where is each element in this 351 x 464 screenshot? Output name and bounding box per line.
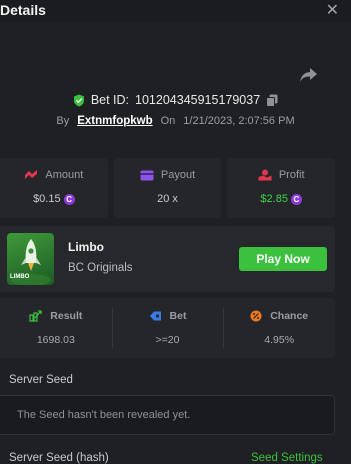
bet-tag-icon: [149, 311, 161, 321]
seed-settings-link[interactable]: Seed Settings: [251, 452, 323, 464]
by-label: By: [56, 115, 70, 127]
result-label: Result: [50, 310, 83, 322]
modal-header: Details ✕: [0, 0, 351, 22]
profit-card: Profit $2.85 C: [227, 158, 336, 218]
profit-icon: [258, 169, 272, 181]
payout-label: Payout: [160, 169, 196, 181]
thumbnail-label: LIMBO: [10, 274, 30, 280]
limbo-game-thumbnail[interactable]: LIMBO: [7, 233, 54, 285]
profit-value: $2.85: [260, 193, 288, 205]
bet-details: Result 1698.03 Bet >=20 Chance 4.95%: [0, 298, 335, 358]
percent-icon: [250, 310, 262, 322]
verified-shield-icon: [73, 94, 84, 106]
bet-value: >=20: [155, 334, 180, 346]
payout-card: Payout 20 x: [113, 158, 222, 218]
result-icon: [29, 310, 42, 322]
payout-value: 20 x: [157, 193, 178, 205]
bet-label: Bet: [169, 310, 187, 322]
chance-label: Chance: [270, 310, 309, 322]
game-provider: BC Originals: [68, 262, 133, 274]
coin-icon: C: [63, 193, 75, 205]
bet-id-value: 101204345915179037: [135, 93, 261, 107]
payout-icon: [140, 170, 154, 180]
close-icon[interactable]: ✕: [326, 1, 339, 21]
amount-icon: [25, 170, 38, 179]
username-link[interactable]: Extnmfopkwb: [77, 115, 152, 127]
coin-icon: C: [290, 193, 302, 205]
result-value: 1698.03: [36, 334, 75, 346]
chance-column: Chance 4.95%: [223, 298, 335, 358]
chance-value: 4.95%: [264, 334, 295, 346]
bet-details-modal: Details ✕ Bet ID: 101204345915179037 By …: [0, 0, 351, 464]
amount-value: $0.15: [33, 193, 61, 205]
server-seed-text: The Seed hasn't been revealed yet.: [17, 409, 191, 421]
amount-card: Amount $0.15 C: [0, 158, 108, 218]
bet-stats: Amount $0.15 C Payout 20 x Profit $2.85 …: [0, 158, 336, 218]
bet-column: Bet >=20: [111, 298, 224, 358]
copy-icon[interactable]: [266, 94, 278, 107]
server-seed-label: Server Seed: [9, 374, 73, 386]
game-name: Limbo: [68, 240, 104, 254]
bet-author-row: By Extnmfopkwb On 1/21/2023, 2:07:56 PM: [0, 114, 351, 128]
bet-id-label: Bet ID:: [90, 93, 130, 107]
server-seed-hash-label: Server Seed (hash): [9, 452, 109, 464]
server-seed-field: The Seed hasn't been revealed yet.: [0, 395, 335, 435]
modal-title: Details: [0, 2, 46, 18]
play-now-button[interactable]: Play Now: [239, 247, 327, 271]
on-label: On: [160, 115, 176, 127]
amount-label: Amount: [45, 169, 84, 181]
bet-id-row: Bet ID: 101204345915179037: [0, 92, 351, 108]
bet-datetime: 1/21/2023, 2:07:56 PM: [183, 115, 295, 127]
result-column: Result 1698.03: [0, 298, 112, 358]
profit-label: Profit: [278, 169, 305, 181]
share-icon[interactable]: [299, 66, 319, 84]
